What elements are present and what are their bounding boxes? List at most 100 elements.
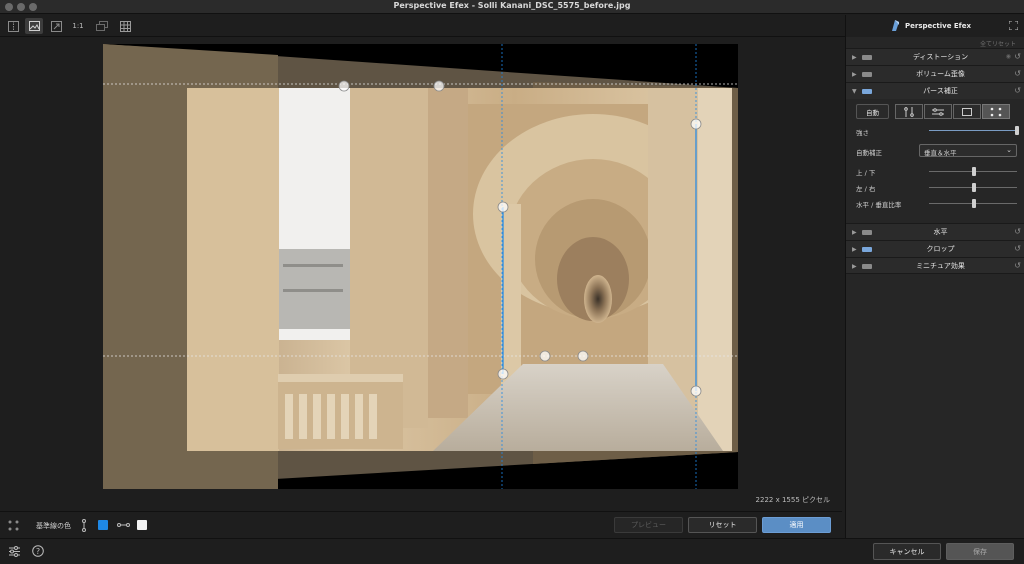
guide-handle[interactable] <box>433 80 445 92</box>
settings-sliders-icon[interactable] <box>9 546 20 557</box>
rectangle-correction-button[interactable] <box>953 104 981 119</box>
toggle-icon[interactable] <box>862 89 872 94</box>
reference-line-color-label: 基準線の色 <box>36 522 71 530</box>
help-icon[interactable]: ? <box>32 545 44 557</box>
section-reset-icon[interactable]: ↺ <box>1014 86 1021 95</box>
panel-header: Perspective Efex <box>846 15 1024 37</box>
cancel-button[interactable]: キャンセル <box>873 543 941 560</box>
perspective-preview <box>103 44 738 489</box>
image-view-button[interactable] <box>25 18 43 34</box>
horizontal-lines-icon <box>932 107 944 116</box>
chevron-down-icon: ⌄ <box>1006 146 1012 154</box>
expand-arrow-icon: ▶ <box>852 54 857 61</box>
vertical-line-icon <box>82 519 86 532</box>
section-reset-icon[interactable]: ↺ <box>1014 52 1021 61</box>
fit-to-screen-button[interactable] <box>47 18 65 34</box>
toggle-icon[interactable] <box>862 247 872 252</box>
apply-button[interactable]: 適用 <box>762 517 831 533</box>
toggle-icon[interactable] <box>862 230 872 235</box>
guide-options-bar: 基準線の色 プレビュー リセット 適用 <box>0 511 842 538</box>
section-reset-icon[interactable]: ↺ <box>1014 69 1021 78</box>
vertical-line-color-swatch[interactable] <box>98 520 108 530</box>
section-miniature[interactable]: ▶ ミニチュア効果 ↺ <box>846 257 1024 274</box>
collapse-arrow-icon: ▼ <box>852 88 857 95</box>
strength-slider-thumb[interactable] <box>1015 126 1019 135</box>
section-reset-icon[interactable]: ↺ <box>1014 244 1021 253</box>
horizontal-line-color-swatch[interactable] <box>137 520 147 530</box>
guide-handle[interactable] <box>539 350 551 362</box>
auto-correct-dropdown[interactable]: 垂直＆水平 ⌄ <box>919 144 1017 157</box>
ratio-slider-thumb[interactable] <box>972 199 976 208</box>
canvas-area: 2222 x 1555 ピクセル <box>0 37 842 511</box>
toggle-icon[interactable] <box>862 55 872 60</box>
section-volume[interactable]: ▶ ボリューム歪像 ↺ <box>846 65 1024 82</box>
zoom-1-1-button[interactable]: 1:1 <box>69 18 87 34</box>
split-view-icon <box>7 20 19 32</box>
expand-arrow-icon: ▶ <box>852 229 857 236</box>
grid-icon <box>119 20 131 32</box>
auto-button[interactable]: 自動 <box>856 104 889 119</box>
guide-handle[interactable] <box>497 368 509 380</box>
section-distortion[interactable]: ▶ ディストーション ◉ ↺ <box>846 48 1024 65</box>
adjustments-panel: Perspective Efex 全てリセット ▶ ディストーション ◉ ↺ ▶… <box>845 15 1024 538</box>
section-title: ボリューム歪像 <box>916 70 965 78</box>
vertical-correction-button[interactable] <box>895 104 923 119</box>
expand-arrow-icon: ▶ <box>852 246 857 253</box>
toggle-icon[interactable] <box>862 264 872 269</box>
guide-handle[interactable] <box>338 80 350 92</box>
auto-correct-value: 垂直＆水平 <box>924 149 957 157</box>
strength-slider-track[interactable] <box>929 130 1017 131</box>
guide-handle[interactable] <box>690 385 702 397</box>
image-dimensions: 2222 x 1555 ピクセル <box>755 496 830 504</box>
guide-tool-icon[interactable] <box>8 520 19 531</box>
toggle-icon[interactable] <box>862 72 872 77</box>
guide-handle[interactable] <box>690 118 702 130</box>
reset-all-link[interactable]: 全てリセット <box>980 39 1016 48</box>
up-down-slider-thumb[interactable] <box>972 167 976 176</box>
section-title: パース補正 <box>923 87 958 95</box>
visibility-icon[interactable]: ◉ <box>1006 53 1011 60</box>
section-perspective[interactable]: ▼ パース補正 ↺ <box>846 82 1024 99</box>
section-reset-icon[interactable]: ↺ <box>1014 261 1021 270</box>
image-canvas[interactable] <box>103 44 738 489</box>
expand-arrow-icon: ▶ <box>852 263 857 270</box>
guided-correction-button[interactable] <box>982 104 1010 119</box>
auto-correct-label: 自動補正 <box>856 149 882 157</box>
perspective-efex-logo-icon <box>892 20 899 31</box>
reset-button[interactable]: リセット <box>688 517 757 533</box>
guide-handle[interactable] <box>497 201 509 213</box>
vertical-lines-icon <box>904 106 914 117</box>
app-name: Perspective Efex <box>905 22 971 30</box>
strength-label: 強さ <box>856 129 869 137</box>
title-bar: Perspective Efex - Solli Kanani_DSC_5575… <box>0 0 1024 14</box>
grid-toggle-button[interactable] <box>116 18 134 34</box>
section-reset-icon[interactable]: ↺ <box>1014 227 1021 236</box>
window-title: Perspective Efex - Solli Kanani_DSC_5575… <box>393 1 631 10</box>
section-title: ディストーション <box>912 53 969 61</box>
loupe-view-button[interactable] <box>93 18 111 34</box>
rectangle-icon <box>962 107 972 116</box>
view-toolbar: 1:1 <box>0 15 845 37</box>
left-right-label: 左 / 右 <box>856 185 876 193</box>
footer-bar: ? キャンセル 保存 <box>0 538 1024 564</box>
expand-arrow-icon: ▶ <box>852 71 857 78</box>
left-right-slider-thumb[interactable] <box>972 183 976 192</box>
horizontal-line-icon <box>117 523 130 527</box>
up-down-label: 上 / 下 <box>856 169 876 177</box>
compare-split-button[interactable] <box>4 18 22 34</box>
section-crop[interactable]: ▶ クロップ ↺ <box>846 240 1024 257</box>
horizontal-correction-button[interactable] <box>924 104 952 119</box>
svg-text:?: ? <box>36 547 40 556</box>
app-window: Perspective Efex - Solli Kanani_DSC_5575… <box>0 0 1024 564</box>
fit-screen-icon <box>50 20 62 32</box>
section-title: 水平 <box>933 228 948 236</box>
preview-button[interactable]: プレビュー <box>614 517 683 533</box>
guide-handle[interactable] <box>577 350 589 362</box>
stacked-frames-icon <box>96 21 108 31</box>
section-horizon[interactable]: ▶ 水平 ↺ <box>846 223 1024 240</box>
fullscreen-icon[interactable] <box>1009 21 1018 30</box>
guide-points-icon <box>990 107 1002 116</box>
section-title: クロップ <box>926 245 955 253</box>
save-button[interactable]: 保存 <box>946 543 1014 560</box>
section-title: ミニチュア効果 <box>916 262 965 270</box>
